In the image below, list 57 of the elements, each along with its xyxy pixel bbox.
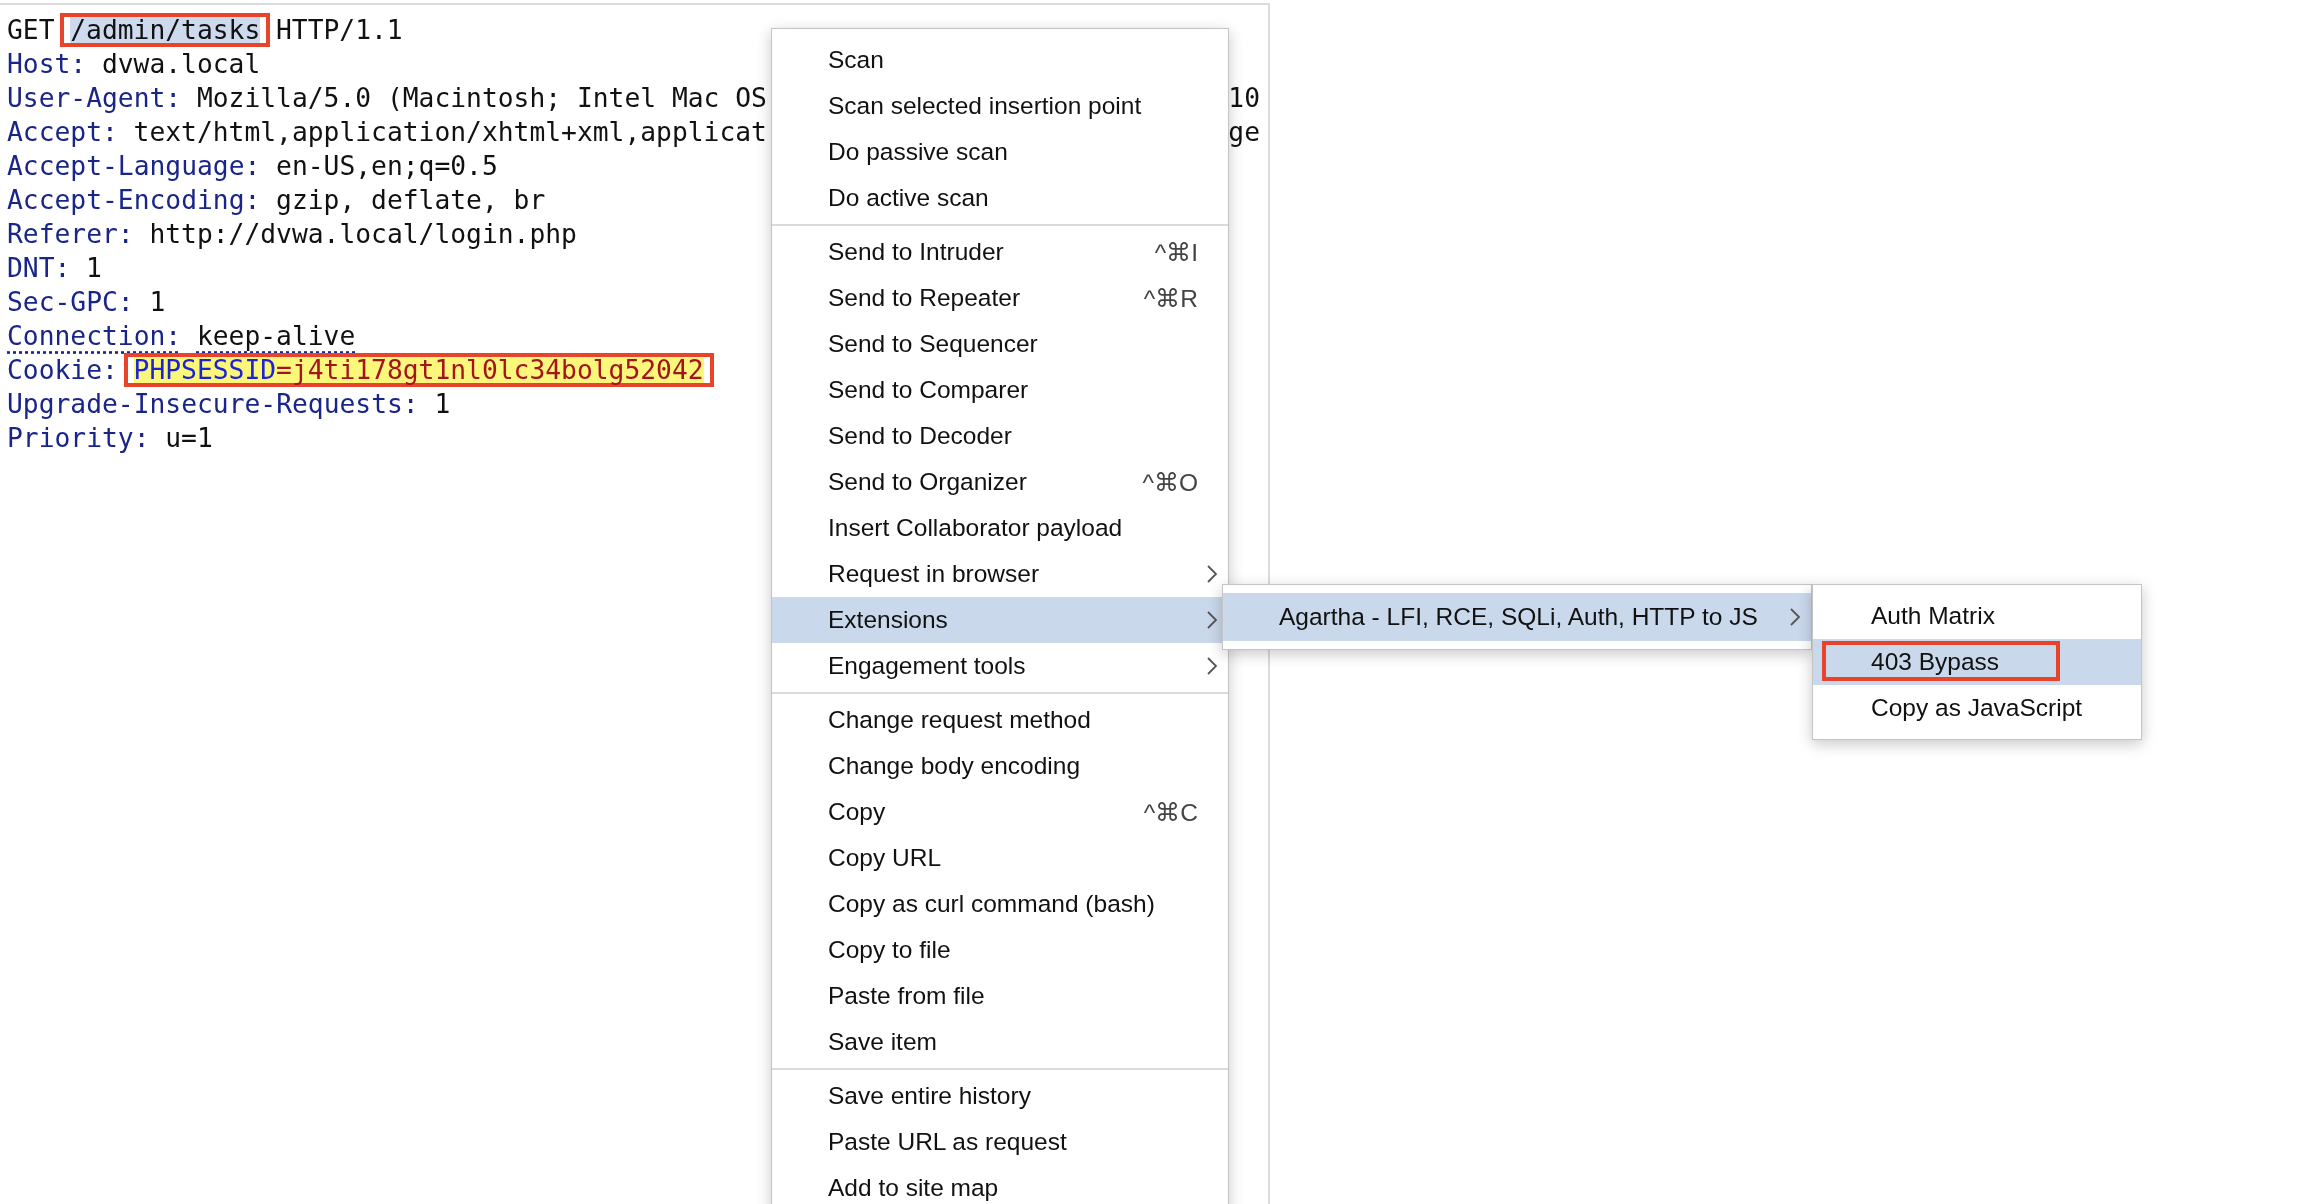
header-value: Mozilla/5.0 (Macintosh; Intel Mac OS (196, 83, 767, 113)
header-value: http://dvwa.local/login.php (149, 219, 577, 249)
header-name: Referer: (7, 219, 134, 249)
menu-item[interactable]: Insert Collaborator payload (772, 505, 1228, 551)
menu-item[interactable]: Paste URL as request (772, 1119, 1228, 1165)
menu-item[interactable]: Do active scan (772, 175, 1228, 221)
menu-item[interactable]: Copy ^⌘C (772, 789, 1228, 835)
request-path: /admin/tasks (60, 13, 271, 47)
menu-item[interactable]: Add to site map (772, 1165, 1228, 1204)
menu-item[interactable]: Save item (772, 1019, 1228, 1065)
cookie-value: =j4ti178gt1nl0lc34bolg52042 (276, 355, 704, 385)
menu-item[interactable]: Change request method (772, 697, 1228, 743)
header-name: DNT: (7, 253, 71, 283)
header-value: 1 (86, 253, 102, 283)
menu-item[interactable]: Send to Sequencer (772, 321, 1228, 367)
header-value: 10 (1228, 82, 1260, 115)
header-value: en-US,en;q=0.5 (276, 151, 498, 181)
request-method: GET (7, 15, 55, 45)
header-value: u=1 (165, 423, 213, 453)
menu-item[interactable]: Copy as JavaScript (1813, 685, 2141, 731)
menu-item[interactable]: Agartha - LFI, RCE, SQLi, Auth, HTTP to JS (1223, 593, 1811, 641)
menu-item[interactable]: 403 Bypass (1813, 639, 2141, 685)
menu-item[interactable]: Send to Organizer ^⌘O (772, 459, 1228, 505)
header-value: 1 (149, 287, 166, 317)
header-value: gzip, deflate, br (276, 185, 546, 215)
menu-item[interactable]: Do passive scan (772, 129, 1228, 175)
header-name: User-Agent: (7, 83, 182, 113)
header-value: text/html,application/xhtml+xml,applicat (133, 117, 767, 147)
header-name: Upgrade-Insecure-Requests: (7, 389, 419, 419)
menu-item[interactable]: Copy URL (772, 835, 1228, 881)
menu-item[interactable]: Paste from file (772, 973, 1228, 1019)
cookie-name: PHPSESSID (133, 355, 277, 385)
menu-item[interactable]: Engagement tools (772, 643, 1228, 689)
header-value: dvwa.local (101, 49, 261, 79)
header-name: Priority: (7, 423, 150, 453)
request-protocol: HTTP/1.1 (276, 15, 403, 45)
menu-item[interactable]: Scan (772, 37, 1228, 83)
header-name: Cookie: (7, 355, 118, 385)
menu-item[interactable]: Send to Decoder (772, 413, 1228, 459)
header-value: 1 (434, 389, 451, 419)
header-value: ge (1228, 116, 1260, 149)
menu-item[interactable]: Send to Comparer (772, 367, 1228, 413)
menu-item[interactable]: Send to Intruder ^⌘I (772, 229, 1228, 275)
menu-item[interactable]: Copy to file (772, 927, 1228, 973)
menu-item[interactable]: Auth Matrix (1813, 593, 2141, 639)
header-name: Accept-Encoding: (7, 185, 261, 215)
header-name: Connection: (7, 321, 182, 351)
menu-item[interactable]: Copy as curl command (bash) (772, 881, 1228, 927)
menu-item[interactable]: Send to Repeater ^⌘R (772, 275, 1228, 321)
header-name: Host: (7, 49, 87, 79)
menu-item[interactable]: Scan selected insertion point (772, 83, 1228, 129)
header-name: Accept: (7, 117, 118, 147)
header-name: Sec-GPC: (7, 287, 134, 317)
menu-item[interactable]: Change body encoding (772, 743, 1228, 789)
header-name: Accept-Language: (7, 151, 261, 181)
menu-item[interactable]: Save entire history (772, 1073, 1228, 1119)
header-value: keep-alive (196, 321, 356, 351)
